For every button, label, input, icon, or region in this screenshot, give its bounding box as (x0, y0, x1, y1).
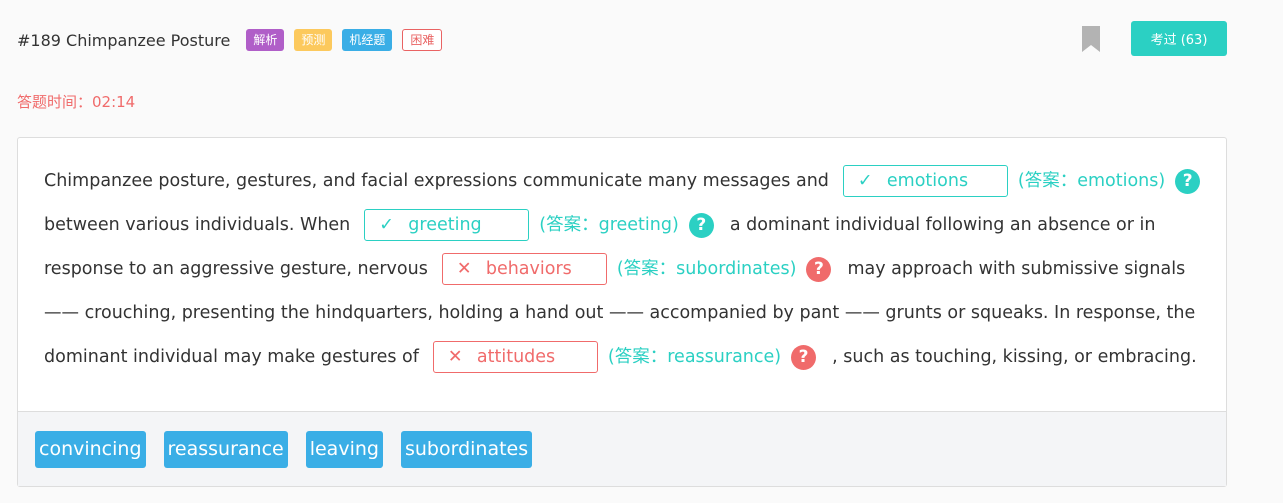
passage-text: dominant individual may make gestures of (44, 347, 419, 367)
option-reassurance[interactable]: reassurance (163, 430, 288, 468)
bookmark-icon[interactable] (1082, 26, 1100, 52)
passage-line: —— crouching, presenting the hindquarter… (44, 291, 1200, 335)
option-subordinates[interactable]: subordinates (400, 430, 533, 468)
question-card: Chimpanzee posture, gestures, and facial… (17, 137, 1227, 487)
passage-line: response to an aggressive gesture, nervo… (44, 247, 1200, 291)
blank-2[interactable]: ✓ greeting (364, 209, 530, 241)
check-icon: ✓ (857, 171, 873, 191)
help-icon[interactable]: ? (806, 256, 832, 282)
passage-text: —— crouching, presenting the hindquarter… (44, 303, 1196, 323)
answer-hint: (答案：reassurance) (607, 347, 782, 367)
passage-text: , such as touching, kissing, or embracin… (832, 347, 1197, 367)
tag-difficulty: 困难 (402, 29, 443, 51)
passage-text: Chimpanzee posture, gestures, and facial… (44, 171, 829, 191)
passage-line: between various individuals. When ✓ gree… (44, 203, 1200, 247)
help-icon[interactable]: ? (1175, 168, 1201, 194)
question-title: #189 Chimpanzee Posture (17, 30, 231, 50)
option-convincing[interactable]: convincing (35, 430, 146, 468)
blank-value: greeting (408, 215, 482, 235)
exam-count-button[interactable]: 考过 (63) (1131, 21, 1227, 56)
answer-hint: (答案：emotions) (1017, 171, 1166, 191)
passage-text: may approach with submissive signals (847, 259, 1186, 279)
blank-value: emotions (886, 171, 969, 191)
check-icon: ✓ (379, 215, 394, 235)
passage-text: between various individuals. When (44, 215, 351, 235)
passage-text: response to an aggressive gesture, nervo… (44, 259, 428, 279)
passage-line: Chimpanzee posture, gestures, and facial… (44, 159, 1201, 203)
answer-timer: 答题时间：02:14 (17, 93, 136, 111)
tag-analysis[interactable]: 解析 (246, 29, 285, 51)
blank-4[interactable]: ✕ attitudes (432, 341, 598, 373)
word-options: convincing reassurance leaving subordina… (18, 411, 1226, 486)
passage: Chimpanzee posture, gestures, and facial… (18, 138, 1226, 412)
blank-1[interactable]: ✓ emotions (842, 165, 1008, 197)
question-header: #189 Chimpanzee Posture 解析 预测 机经题 困难 考过 … (17, 21, 1227, 56)
answer-hint: (答案：greeting) (539, 215, 679, 235)
blank-value: behaviors (485, 259, 572, 279)
cross-icon: ✕ (447, 347, 463, 367)
tag-prediction[interactable]: 预测 (294, 29, 333, 51)
blank-value: attitudes (476, 347, 556, 367)
cross-icon: ✕ (456, 259, 472, 279)
blank-3[interactable]: ✕ behaviors (441, 253, 607, 285)
help-icon[interactable]: ? (688, 212, 714, 238)
passage-text: a dominant individual following an absen… (729, 215, 1156, 235)
tag-exam-question[interactable]: 机经题 (342, 29, 393, 51)
option-leaving[interactable]: leaving (305, 430, 383, 468)
answer-hint: (答案：subordinates) (616, 259, 797, 279)
help-icon[interactable]: ? (791, 344, 817, 370)
passage-line: dominant individual may make gestures of… (44, 335, 1200, 379)
